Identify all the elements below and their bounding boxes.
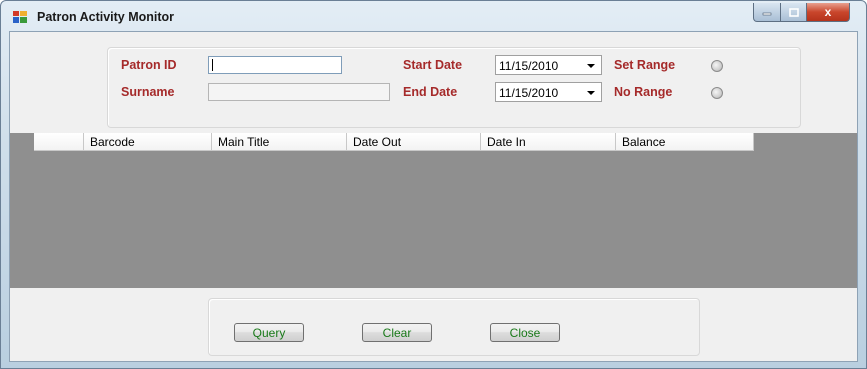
- maximize-button[interactable]: [780, 3, 807, 22]
- grid-row-header-corner[interactable]: [34, 133, 84, 151]
- form-client-area: Patron ID Surname Start Date 11/15/2010 …: [9, 31, 858, 362]
- title-bar[interactable]: Patron Activity Monitor x: [1, 1, 866, 31]
- end-date-label: End Date: [403, 85, 458, 99]
- close-button[interactable]: Close: [490, 323, 560, 342]
- dropdown-arrow-icon[interactable]: [587, 91, 595, 95]
- maximize-icon: [788, 7, 799, 17]
- app-icon: [13, 11, 27, 23]
- window-title: Patron Activity Monitor: [37, 10, 175, 24]
- surname-input[interactable]: [208, 83, 390, 101]
- no-range-label: No Range: [614, 85, 673, 99]
- set-range-radio[interactable]: [711, 60, 723, 72]
- start-date-picker[interactable]: 11/15/2010: [495, 55, 602, 75]
- app-window: Patron Activity Monitor x Patron ID Surn…: [0, 0, 867, 369]
- start-date-value: 11/15/2010: [499, 59, 559, 73]
- close-window-button[interactable]: x: [806, 3, 850, 22]
- query-button[interactable]: Query: [234, 323, 304, 342]
- surname-label: Surname: [121, 85, 175, 99]
- activity-data-grid[interactable]: Barcode Main Title Date Out Date In Bala…: [10, 133, 857, 288]
- set-range-label: Set Range: [614, 58, 676, 72]
- patron-id-input[interactable]: [208, 56, 342, 74]
- patron-id-label: Patron ID: [121, 58, 177, 72]
- start-date-label: Start Date: [403, 58, 463, 72]
- text-caret: [212, 59, 213, 71]
- dropdown-arrow-icon[interactable]: [587, 64, 595, 68]
- end-date-value: 11/15/2010: [499, 86, 559, 100]
- filter-panel: Patron ID Surname Start Date 11/15/2010 …: [107, 47, 801, 128]
- clear-button[interactable]: Clear: [362, 323, 432, 342]
- column-header-balance[interactable]: Balance: [616, 133, 754, 151]
- column-header-barcode[interactable]: Barcode: [84, 133, 212, 151]
- column-header-date-out[interactable]: Date Out: [347, 133, 481, 151]
- column-header-date-in[interactable]: Date In: [481, 133, 616, 151]
- grid-header-row: Barcode Main Title Date Out Date In Bala…: [34, 133, 754, 151]
- action-panel: Query Clear Close: [208, 298, 700, 356]
- no-range-radio[interactable]: [711, 87, 723, 99]
- close-icon: x: [824, 5, 832, 19]
- column-header-main-title[interactable]: Main Title: [212, 133, 347, 151]
- minimize-button[interactable]: [753, 3, 781, 22]
- minimize-icon: [762, 12, 772, 16]
- end-date-picker[interactable]: 11/15/2010: [495, 82, 602, 102]
